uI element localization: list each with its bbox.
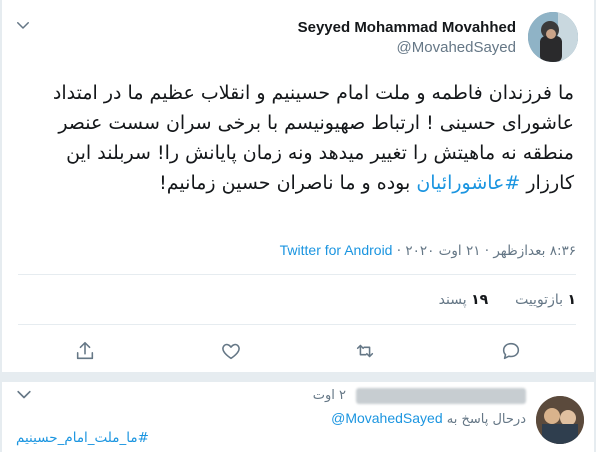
tweet-actions — [0, 338, 596, 364]
retweets-count: ۱ — [567, 292, 576, 308]
divider — [18, 274, 576, 275]
replying-to: درحال پاسخ به @MovahedSayed — [331, 410, 526, 427]
tweet-time[interactable]: ۸:۳۶ بعدازظهر — [493, 243, 576, 259]
reply-author-name-redacted — [356, 388, 526, 404]
chevron-down-icon[interactable] — [14, 16, 32, 34]
meta-separator: · — [396, 243, 402, 259]
likes-label: پسند — [438, 292, 467, 308]
tweet-hashtag-link[interactable]: #عاشورائیان — [416, 172, 520, 194]
tweet-client-link[interactable]: Twitter for Android — [280, 242, 393, 258]
retweets-label: بازتوییت — [515, 292, 563, 308]
tweet-date[interactable]: ۲۱ اوت ۲۰۲۰ — [405, 243, 480, 259]
replying-prefix: درحال پاسخ به — [446, 412, 526, 427]
retweets-stat[interactable]: ۱ بازتوییت — [515, 292, 576, 308]
likes-count: ۱۹ — [471, 292, 489, 308]
tweet-stats: ۱ بازتوییت ۱۹ پسند — [439, 292, 576, 308]
author-handle[interactable]: @MovahedSayed — [298, 38, 516, 58]
tweet-text: ما فرزندان فاطمه و ملت امام حسینیم و انق… — [18, 78, 574, 198]
author-names[interactable]: Seyyed Mohammad Movahhed @MovahedSayed — [298, 18, 516, 58]
tweet-meta: ۸:۳۶ بعدازظهر · ۲۱ اوت ۲۰۲۰ · Twitter fo… — [280, 242, 576, 259]
meta-separator: · — [484, 243, 490, 259]
likes-stat[interactable]: ۱۹ پسند — [439, 292, 489, 308]
section-divider — [0, 372, 596, 382]
tweet-text-tail: بوده و ما ناصران حسین زمانیم! — [159, 172, 417, 194]
heart-icon[interactable] — [220, 340, 242, 362]
chevron-down-icon[interactable] — [14, 388, 34, 402]
frame-border-left — [0, 0, 2, 452]
reply-hashtag-link[interactable]: #ما_ملت_امام_حسینیم — [16, 430, 149, 446]
reply-time[interactable]: ۲ اوت — [313, 388, 346, 403]
divider — [18, 324, 576, 325]
reply-mention-link[interactable]: @MovahedSayed — [331, 410, 443, 426]
retweet-icon[interactable] — [354, 340, 376, 362]
author-display-name[interactable]: Seyyed Mohammad Movahhed — [298, 18, 516, 38]
reply-icon[interactable] — [500, 340, 522, 362]
reply-avatar[interactable] — [536, 396, 584, 444]
author-avatar[interactable] — [528, 12, 578, 62]
share-icon[interactable] — [74, 340, 96, 362]
tweet-header: Seyyed Mohammad Movahhed @MovahedSayed — [14, 12, 578, 68]
